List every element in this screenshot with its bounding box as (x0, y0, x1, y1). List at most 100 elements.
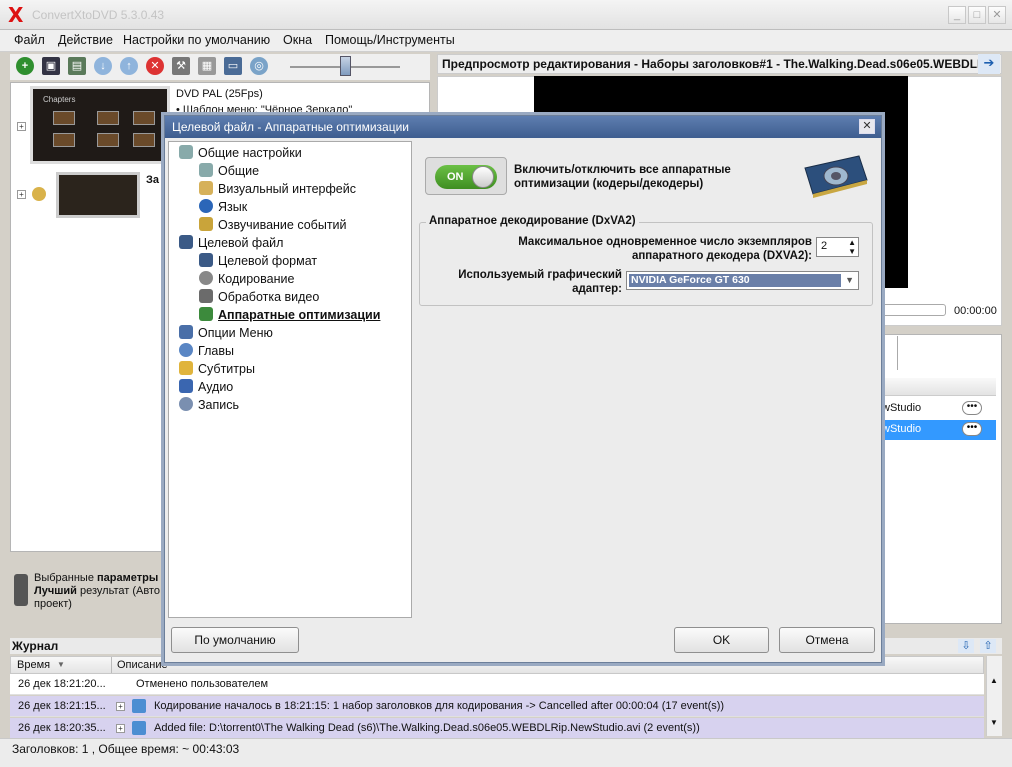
tree-item-encoding[interactable]: Кодирование (199, 271, 294, 289)
max-instances-spinner[interactable]: 2 ▲ ▼ (816, 237, 859, 257)
disc-icon[interactable]: ◎ (250, 57, 268, 75)
close-window-button[interactable]: ✕ (988, 6, 1006, 24)
up-arrow-icon[interactable]: ↑ (120, 57, 138, 75)
menu-file[interactable]: Файл (14, 33, 45, 47)
ok-button[interactable]: OK (674, 627, 769, 653)
list-item-selected[interactable]: wStudio ••• (882, 420, 996, 440)
title-thumbnail[interactable] (56, 172, 140, 218)
filmstrip-icon (199, 289, 213, 303)
tab[interactable] (880, 336, 898, 370)
expand-toggle[interactable]: + (116, 724, 125, 733)
summary-text: результат (Авто (76, 585, 160, 597)
summary-bold: Лучший (34, 585, 77, 597)
spinner-arrows-icon[interactable]: ▲ ▼ (848, 238, 856, 256)
tree-item-label: Главы (198, 344, 234, 358)
next-arrow-icon[interactable]: ➔ (978, 54, 1000, 74)
journal-scrollbar[interactable]: ▲ ▼ (986, 656, 1002, 736)
tree-item-video-processing[interactable]: Обработка видео (199, 289, 319, 307)
window-title: ConvertXtoDVD 5.3.0.43 (32, 8, 165, 22)
wrench-icon (199, 163, 213, 177)
grid-icon[interactable]: ▦ (198, 57, 216, 75)
menu-thumbnail[interactable]: Chapters (30, 86, 170, 164)
graphics-adapter-select[interactable]: NVIDIA GeForce GT 630 ▼ (626, 271, 859, 290)
journal-desc: Added file: D:\torrent0\The Walking Dead… (154, 722, 700, 734)
tree-item-chapters[interactable]: Главы (179, 343, 234, 361)
tree-item-visual[interactable]: Визуальный интерфейс (199, 181, 356, 199)
column-divider (111, 657, 112, 673)
menu-windows[interactable]: Окна (283, 33, 312, 47)
menu-defaults[interactable]: Настройки по умолчанию (123, 33, 270, 47)
tree-item-language[interactable]: Язык (199, 199, 247, 217)
maximize-button[interactable]: □ (968, 6, 986, 24)
film-icon[interactable]: ▤ (68, 57, 86, 75)
scroll-up-arrow[interactable]: ▲ (990, 676, 998, 685)
speaker-icon (199, 217, 213, 231)
monitor-icon (179, 235, 193, 249)
column-time[interactable]: Время (17, 659, 50, 671)
settings-summary: Выбранные параметры Лучший результат (Ав… (34, 572, 164, 611)
tree-item-label: Обработка видео (218, 290, 320, 304)
tree-item-general[interactable]: Общие (199, 163, 259, 181)
column-description[interactable]: Описание (117, 659, 168, 671)
menu-help-tools[interactable]: Помощь/Инструменты (325, 33, 455, 47)
minimize-button[interactable]: _ (948, 6, 966, 24)
selected-adapter: NVIDIA GeForce GT 630 (629, 274, 841, 287)
tree-item-general-settings[interactable]: Общие настройки (179, 145, 302, 163)
menu-action[interactable]: Действие (58, 33, 113, 47)
scroll-down-icon[interactable]: ⇩ (958, 639, 974, 653)
list-item[interactable]: wStudio ••• (882, 399, 996, 419)
dialog-close-button[interactable]: ✕ (859, 119, 875, 134)
list-header (882, 378, 996, 396)
save-icon[interactable]: ▣ (42, 57, 60, 75)
tree-item-label: Общие (218, 164, 260, 178)
journal-row[interactable]: 26 дек 18:21:15... + Кодирование началос… (10, 696, 984, 717)
chapter-thumb (53, 133, 75, 147)
down-arrow-icon[interactable]: ↓ (94, 57, 112, 75)
tree-item-sounds[interactable]: Озвучивание событий (199, 217, 347, 235)
more-icon[interactable]: ••• (962, 422, 982, 436)
tree-item-menu-options[interactable]: Опции Меню (179, 325, 273, 343)
default-button[interactable]: По умолчанию (171, 627, 299, 653)
status-text: Заголовков: 1 , Общее время: ~ 00:43:03 (12, 742, 240, 756)
summary-text: Выбранные (34, 572, 98, 584)
tree-item-label: Аппаратные оптимизации (218, 308, 381, 322)
scroll-down-arrow[interactable]: ▼ (990, 718, 998, 727)
tree-item-target-file[interactable]: Целевой файл (179, 235, 283, 253)
expand-toggle[interactable]: + (17, 122, 26, 131)
clock-icon (179, 343, 193, 357)
dvd-format-label: DVD PAL (25Fps) (176, 88, 263, 100)
expand-toggle[interactable]: + (17, 190, 26, 199)
tree-item-label: Кодирование (218, 272, 295, 286)
cancel-button[interactable]: Отмена (779, 627, 875, 653)
add-icon[interactable]: + (16, 57, 34, 75)
tree-item-label: Субтитры (198, 362, 255, 376)
tree-item-burn[interactable]: Запись (179, 397, 239, 415)
chapter-thumb (53, 111, 75, 125)
disc-icon (179, 397, 193, 411)
journal-row[interactable]: 26 дек 18:20:35... + Added file: D:\torr… (10, 718, 984, 739)
tree-item-label: Целевой файл (198, 236, 284, 250)
expand-toggle[interactable]: + (116, 702, 125, 711)
tree-item-label: Целевой формат (218, 254, 318, 268)
spinner-value: 2 (821, 240, 828, 252)
delete-icon[interactable]: ✕ (146, 57, 164, 75)
graphics-adapter-label: Используемый графический адаптер: (458, 269, 622, 295)
hw-optimization-toggle[interactable]: ON (425, 157, 507, 195)
list-item-label: wStudio (882, 402, 922, 414)
tree-item-target-format[interactable]: Целевой формат (199, 253, 317, 271)
scroll-up-icon[interactable]: ⇧ (980, 639, 996, 653)
tree-item-hw-optimizations[interactable]: Аппаратные оптимизации (199, 307, 380, 325)
tree-item-subtitles[interactable]: Субтитры (179, 361, 255, 379)
globe-icon (199, 199, 213, 213)
zoom-slider-thumb[interactable] (340, 56, 351, 76)
tree-item-audio[interactable]: Аудио (179, 379, 233, 397)
chapter-thumb (133, 133, 155, 147)
list-item-label: wStudio (882, 423, 922, 435)
monitor-icon[interactable]: ▭ (224, 57, 242, 75)
more-icon[interactable]: ••• (962, 401, 982, 415)
tools-icon[interactable]: ⚒ (172, 57, 190, 75)
chevron-down-icon[interactable]: ▼ (845, 275, 854, 285)
journal-row[interactable]: 26 дек 18:21:20... Отменено пользователе… (10, 674, 984, 695)
journal-time: 26 дек 18:20:35... (18, 722, 106, 734)
preview-progress-bar[interactable] (880, 304, 946, 316)
